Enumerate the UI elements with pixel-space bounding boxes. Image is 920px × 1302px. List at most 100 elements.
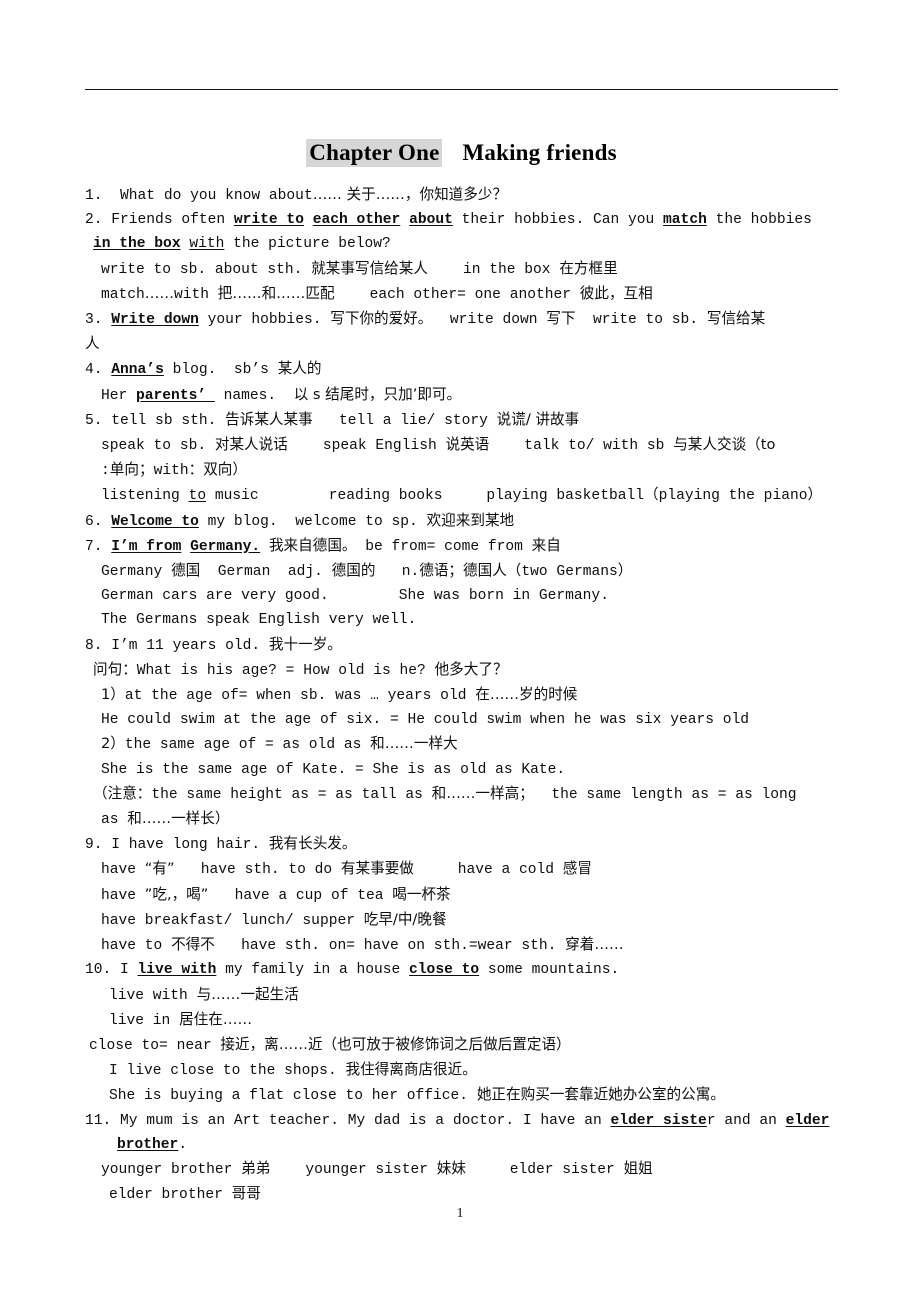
text-run: at the age of= when sb. was … years old xyxy=(124,688,476,705)
text-run: in the box xyxy=(427,261,560,278)
note-line: Her parents’ names. 以 s 结尾时，只加’即可。 xyxy=(85,383,845,408)
text-run: 与……一起生活 xyxy=(196,985,299,1003)
emphasis-term: match xyxy=(663,212,707,229)
text-run: 11. My mum is an Art teacher. My dad is … xyxy=(85,1112,611,1129)
text-run: 就某事写信给某人 xyxy=(311,259,428,277)
note-line: 11. My mum is an Art teacher. My dad is … xyxy=(85,1109,845,1133)
text-run: 4. xyxy=(85,362,112,379)
text-run: Her xyxy=(101,387,137,404)
note-line: German cars are very good. She was born … xyxy=(85,584,845,608)
text-run: 妹妹 xyxy=(436,1159,466,1177)
text-run: 弟弟 xyxy=(241,1159,271,1177)
text-run: the hobbies xyxy=(706,212,812,229)
note-line: He could swim at the age of six. = He co… xyxy=(85,708,845,732)
text-run: 在……岁的时候 xyxy=(475,686,578,704)
text-run: 姐姐 xyxy=(623,1159,653,1177)
text-run: The Germans speak English very well. xyxy=(101,612,417,629)
note-line: 2）the same age of = as old as 和……一样大 xyxy=(85,732,845,757)
text-run: two Germans xyxy=(521,564,618,581)
note-line: write to sb. about sth. 就某事写信给某人 in the … xyxy=(85,257,845,282)
page-title: Chapter One Making friends xyxy=(85,139,838,167)
text-run: have a cup of tea xyxy=(208,887,393,904)
note-line: have to 不得不 have sth. on= have on sth.=w… xyxy=(85,933,845,958)
note-line: 人 xyxy=(85,332,845,357)
text-run: 3. xyxy=(85,312,112,329)
text-run: 写下 xyxy=(546,310,576,328)
emphasis-term: Anna’s xyxy=(111,362,164,379)
text-run: . xyxy=(178,1136,188,1153)
text-run: 问句： xyxy=(93,660,137,678)
text-run: German cars are very good. She was born … xyxy=(101,588,609,605)
emphasis-term: parents’ xyxy=(136,387,215,404)
text-run: 吃早/中/晚餐 xyxy=(363,910,447,928)
text-run: 单向； xyxy=(109,461,154,479)
note-line: younger brother 弟弟 younger sister 妹妹 eld… xyxy=(85,1157,845,1182)
text-run: 和……一样大 xyxy=(370,735,458,753)
note-line: 4. Anna’s blog. sb’s 某人的 xyxy=(85,357,845,382)
text-run: 德语；德国人（ xyxy=(419,562,522,580)
text-run xyxy=(400,212,409,228)
text-run: 彼此，互相 xyxy=(579,284,653,302)
text-run: “有” xyxy=(144,860,175,878)
text-run: the same height as = as tall as xyxy=(151,786,432,803)
text-run: names. xyxy=(214,387,294,404)
text-run: ”吃,，喝” xyxy=(144,885,209,903)
emphasis-term: I’m from xyxy=(111,538,182,555)
text-run: 德国的 xyxy=(331,562,376,580)
text-run: He could swim at the age of six. = He co… xyxy=(101,712,750,729)
note-line: as 和……一样长） xyxy=(85,807,845,832)
note-line: 9. I have long hair. 我有长头发。 xyxy=(85,832,845,857)
note-line: 问句：What is his age? = How old is he? 他多大… xyxy=(85,658,845,683)
text-run: 穿着…… xyxy=(565,936,624,954)
text-run: 人 xyxy=(85,335,100,353)
text-run: younger sister xyxy=(270,1161,437,1178)
text-run: the same length as = as long xyxy=(533,786,797,803)
text-run: younger brother xyxy=(101,1161,242,1178)
text-run: n. xyxy=(375,564,420,581)
text-run: 感冒 xyxy=(562,860,592,878)
emphasis-term: close to xyxy=(409,962,480,979)
emphasis-term: Welcome to xyxy=(111,513,199,530)
text-run: as xyxy=(101,812,128,829)
text-run: close to= near xyxy=(89,1037,221,1054)
text-run: have sth. to do xyxy=(174,862,341,879)
underlined-term: to xyxy=(188,488,207,505)
text-run: playing the piano xyxy=(658,488,808,505)
text-run: my family in a house xyxy=(216,962,410,979)
text-run: 和……一样长） xyxy=(127,810,230,828)
note-line: She is buying a flat close to her office… xyxy=(85,1083,845,1108)
text-run: ） xyxy=(807,486,823,504)
text-run: have breakfast/ lunch/ supper xyxy=(101,912,364,929)
emphasis-term: write to xyxy=(233,212,304,229)
text-run: ） xyxy=(617,562,633,580)
text-run: 8. I’m 11 years old. xyxy=(85,637,269,654)
text-run: your hobbies. xyxy=(198,312,331,329)
note-line: live with 与……一起生活 xyxy=(85,983,845,1008)
text-run: 欢迎来到某地 xyxy=(426,511,515,529)
note-line: speak to sb. 对某人说话 speak English 说英语 tal… xyxy=(85,433,845,458)
text-run: Germany xyxy=(101,564,172,581)
note-line: 1. What do you know about…… 关于……，你知道多少？ xyxy=(85,183,845,208)
text-run: 1. What do you know about xyxy=(85,188,313,204)
text-run: 6. xyxy=(85,513,112,530)
text-run: 居住在…… xyxy=(179,1010,253,1028)
header-rule xyxy=(85,89,838,90)
text-run: 和……一样高； xyxy=(431,784,534,802)
note-line: 7. I’m from Germany. 我来自德国。 be from= com… xyxy=(85,534,845,559)
text-run: some mountains. xyxy=(479,962,620,979)
note-line: close to= near 接近，离……近（也可放于被修饰词之后做后置定语） xyxy=(85,1033,845,1058)
note-line: listening to music reading books playing… xyxy=(85,483,845,508)
text-run: （ xyxy=(643,486,659,504)
text-run: 我住得离商店很近。 xyxy=(345,1061,477,1079)
underlined-term: with xyxy=(189,236,225,253)
text-run: talk to/ with sb xyxy=(489,438,674,455)
text-run: 对某人说话 xyxy=(214,436,288,454)
text-run: have xyxy=(101,862,145,879)
text-run: 不得不 xyxy=(171,936,215,954)
note-line: 1）at the age of= when sb. was … years ol… xyxy=(85,683,845,708)
page-number: 1 xyxy=(456,1206,464,1221)
note-line: Germany 德国 German adj. 德国的 n.德语；德国人（two … xyxy=(85,559,845,584)
text-run: speak English xyxy=(287,438,446,455)
text-run: 哥哥 xyxy=(231,1185,261,1203)
emphasis-term: Write down xyxy=(111,312,199,329)
